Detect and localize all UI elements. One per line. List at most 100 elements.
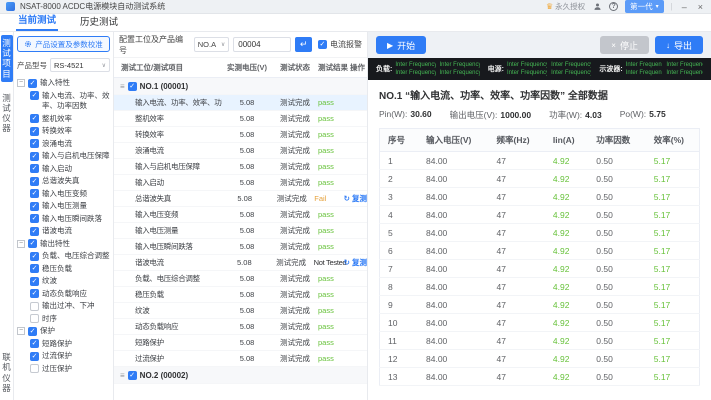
checkbox[interactable]: ✓ <box>30 201 39 211</box>
checkbox[interactable]: ✓ <box>30 176 39 186</box>
checkbox[interactable]: ✓ <box>28 326 37 336</box>
checkbox[interactable]: ✓ <box>30 289 39 298</box>
tree-item[interactable]: ✓ 输入启动 <box>30 163 110 176</box>
tree-item[interactable]: ✓ 纹波 <box>30 275 110 288</box>
test-row[interactable]: 输入电压变频 5.08 测试完成 pass <box>114 207 367 223</box>
tree-group[interactable]: − ✓ 输入特性 <box>17 77 110 90</box>
start-button[interactable]: ▶ 开始 <box>376 36 427 54</box>
test-row[interactable]: 浪涌电流 5.08 测试完成 pass <box>114 143 367 159</box>
checkbox[interactable]: ✓ <box>30 264 39 273</box>
tree-item[interactable]: 输出过冲、下冲 <box>30 300 110 313</box>
product-model-value: RS-4521 <box>54 60 84 70</box>
station-select[interactable]: NO.A ∨ <box>193 37 230 52</box>
test-row[interactable]: 过流保护 5.08 测试完成 pass <box>114 351 367 367</box>
tab-history-test[interactable]: 历史测试 <box>78 12 120 31</box>
test-row[interactable]: 短路保护 5.08 测试完成 pass <box>114 335 367 351</box>
vtab-online-instruments[interactable]: 联机仪器 <box>1 349 13 396</box>
checkbox[interactable] <box>30 301 39 311</box>
result-cell: 4.92 <box>544 205 589 224</box>
collapse-icon[interactable]: − <box>17 239 25 248</box>
tree-item[interactable]: ✓ 输入电压测量 <box>30 200 110 213</box>
checkbox[interactable]: ✓ <box>30 114 39 123</box>
checkbox[interactable] <box>30 364 39 373</box>
checkbox[interactable]: ✓ <box>127 81 137 91</box>
tree-group[interactable]: − ✓ 保护 <box>17 325 110 338</box>
checkbox[interactable]: ✓ <box>30 339 39 348</box>
station-group-label: NO.1 (00001) <box>139 81 189 91</box>
station-group-row[interactable]: ≡ ✓ NO.1 (00001) <box>114 78 367 95</box>
tab-current-test[interactable]: 当前测试 <box>16 10 59 31</box>
vtab-test-instruments[interactable]: 测试仪器 <box>1 90 13 137</box>
checkbox[interactable]: ✓ <box>30 151 39 161</box>
tree-item[interactable]: ✓ 输入电压瞬间跌落 <box>30 213 110 226</box>
checkbox[interactable]: ✓ <box>30 276 39 286</box>
minimize-button[interactable]: – <box>680 2 689 12</box>
tree-item[interactable]: ✓ 输入电流、功率、效率、功率因数 <box>30 90 110 113</box>
alarm-checkbox-wrap[interactable]: ✓ 电流报警 <box>317 39 362 50</box>
tree-item[interactable]: ✓ 输入电压变频 <box>30 188 110 201</box>
test-row[interactable]: 负载、电压综合调整 5.08 测试完成 pass <box>114 271 367 287</box>
tree-item[interactable]: ✓ 动态负载响应 <box>30 288 110 301</box>
alarm-checkbox[interactable]: ✓ <box>317 40 327 50</box>
serial-number-input[interactable] <box>233 37 292 52</box>
checkbox[interactable]: ✓ <box>28 239 37 248</box>
test-row[interactable]: 动态负载响应 5.08 测试完成 pass <box>114 319 367 335</box>
user-icon[interactable] <box>592 2 602 12</box>
test-row[interactable]: 输入电压测量 5.08 测试完成 pass <box>114 223 367 239</box>
checkbox[interactable]: ✓ <box>30 164 39 173</box>
checkbox[interactable]: ✓ <box>30 226 39 236</box>
export-button[interactable]: ↓ 导出 <box>654 36 703 54</box>
stop-button[interactable]: × 停止 <box>600 36 649 54</box>
tree-item[interactable]: ✓ 输入与启机电压保障 <box>30 150 110 163</box>
checkbox[interactable] <box>30 314 39 323</box>
version-button[interactable]: 第一代 ▾ <box>625 0 664 13</box>
tree-item[interactable]: ✓ 过流保护 <box>30 350 110 363</box>
checkbox[interactable]: ✓ <box>30 126 39 136</box>
test-row[interactable]: 输入电流、功率、效率、功率因数 5.08 测试完成 pass <box>114 95 367 111</box>
test-row[interactable]: 整机效率 5.08 测试完成 pass <box>114 111 367 127</box>
tree-group[interactable]: − ✓ 输出特性 <box>17 238 110 251</box>
drag-handle-icon[interactable]: ≡ <box>120 82 125 91</box>
drag-handle-icon[interactable]: ≡ <box>120 371 125 380</box>
help-icon[interactable]: ? <box>609 2 619 11</box>
retest-button[interactable]: ↻ 复测 <box>344 194 367 203</box>
checkbox[interactable]: ✓ <box>127 370 137 380</box>
tree-item[interactable]: ✓ 总谐波失真 <box>30 175 110 188</box>
tree-item[interactable]: 过压保护 <box>30 363 110 376</box>
test-row[interactable]: 输入启动 5.08 测试完成 pass <box>114 175 367 191</box>
collapse-icon[interactable]: − <box>17 79 25 87</box>
test-row[interactable]: 稳压负载 5.08 测试完成 pass <box>114 287 367 303</box>
checkbox[interactable]: ✓ <box>30 189 39 198</box>
tree-item[interactable]: ✓ 短路保护 <box>30 338 110 351</box>
test-row[interactable]: 输入电压瞬间跌落 5.08 测试完成 pass <box>114 239 367 255</box>
test-row[interactable]: 输入与启机电压保障 5.08 测试完成 pass <box>114 159 367 175</box>
tree-item[interactable]: ✓ 浪涌电流 <box>30 138 110 151</box>
checkbox[interactable]: ✓ <box>28 78 37 88</box>
tree-item[interactable]: ✓ 转换效率 <box>30 125 110 138</box>
test-row[interactable]: 谐波电流 5.08 测试完成 Not Tested ↻ 复测 <box>114 255 367 271</box>
checkbox[interactable]: ✓ <box>30 251 39 261</box>
test-row[interactable]: 总谐波失真 5.08 测试完成 Fail ↻ 复测 <box>114 191 367 207</box>
test-row[interactable]: 纹波 5.08 测试完成 pass <box>114 303 367 319</box>
collapse-icon[interactable]: − <box>17 327 25 335</box>
checkbox[interactable]: ✓ <box>30 214 39 223</box>
tree-item[interactable]: ✓ 谐波电流 <box>30 225 110 238</box>
retest-button[interactable]: ↻ 复测 <box>344 258 367 267</box>
close-button[interactable]: × <box>696 2 705 12</box>
tree-item[interactable]: ✓ 负载、电压综合调整 <box>30 250 110 263</box>
vtab-test-items[interactable]: 测试项目 <box>0 35 13 82</box>
checkbox[interactable]: ✓ <box>30 351 39 361</box>
test-row[interactable]: 转换效率 5.08 测试完成 pass <box>114 127 367 143</box>
instrument-label: 电源: <box>487 66 505 73</box>
product-settings-button[interactable]: 产品设置及参数校准 <box>17 36 110 52</box>
tree-item[interactable]: ✓ 稳压负载 <box>30 263 110 276</box>
row-actions: ↻ 复测 <box>344 193 367 204</box>
product-model-select[interactable]: RS-4521 ∨ <box>50 58 110 72</box>
station-group-row[interactable]: ≡ ✓ NO.2 (00002) <box>114 367 367 384</box>
tree-item[interactable]: ✓ 整机效率 <box>30 113 110 126</box>
confirm-serial-button[interactable]: ↵ <box>295 37 312 52</box>
tree-item-label: 输入启动 <box>42 163 72 173</box>
tree-item[interactable]: 时序 <box>30 313 110 326</box>
checkbox[interactable]: ✓ <box>30 91 39 100</box>
checkbox[interactable]: ✓ <box>30 139 39 148</box>
